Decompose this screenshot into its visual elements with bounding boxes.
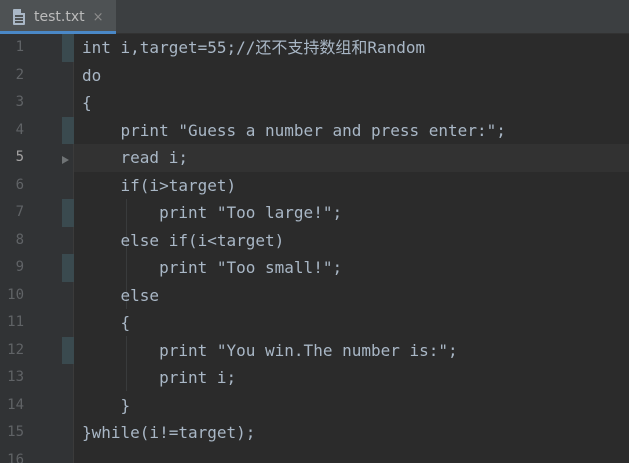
code-line[interactable]: } [74,392,629,420]
code-text: read i; [82,148,188,167]
line-number: 5 [15,149,24,165]
line-number: 2 [15,66,24,83]
change-marker[interactable] [62,336,74,364]
line-number: 6 [15,176,24,193]
tab-test-txt[interactable]: test.txt × [0,0,116,34]
line-number: 1 [15,39,24,55]
line-number: 9 [15,259,24,275]
tab-label: test.txt [34,9,85,25]
line-number: 15 [7,424,24,440]
line-number: 8 [15,231,24,248]
code-line[interactable]: do [74,62,629,90]
code-line[interactable] [74,447,629,463]
code-text: print "Guess a number and press enter:"; [82,120,506,140]
code-line[interactable]: print "Guess a number and press enter:"; [74,117,629,145]
change-marker[interactable] [62,34,74,62]
editor-tab-bar: test.txt × [0,0,629,34]
code-line[interactable]: }while(i!=target); [74,419,629,447]
current-code-line[interactable]: read i; [74,144,629,172]
code-line[interactable]: if(i>target) [74,172,629,200]
line-number: 14 [7,396,24,413]
code-line[interactable]: { [74,309,629,337]
code-text: print "You win.The number is:"; [82,340,458,360]
line-number: 12 [7,341,24,358]
code-line[interactable]: else [74,282,629,310]
change-marker[interactable] [62,199,74,227]
code-text: print "Too small!"; [82,258,343,277]
code-line[interactable]: print i; [74,364,629,392]
line-number: 7 [15,204,24,220]
line-number: 3 [15,94,24,110]
code-line[interactable]: int i,target=55;//还不支持数组和Random [74,34,629,62]
change-marker[interactable] [62,116,74,144]
code-editor[interactable]: int i,target=55;//还不支持数组和Random do { print… [74,34,629,463]
fold-arrow-icon[interactable] [62,155,69,164]
code-text: } [82,395,131,415]
code-text: else if(i<target) [82,230,285,250]
code-text: int i,target=55;//还不支持数组和Random [82,38,426,57]
code-line[interactable]: print "Too large!"; [74,199,629,227]
code-line[interactable]: { [74,89,629,117]
line-number: 11 [7,314,24,330]
line-number: 13 [7,369,24,385]
change-marker[interactable] [62,254,74,282]
code-text: print "Too large!"; [82,203,343,222]
code-text: do [82,65,102,85]
line-number: 16 [7,451,24,463]
code-text: if(i>target) [82,175,237,195]
code-text: }while(i!=target); [82,423,256,442]
code-line[interactable]: else if(i<target) [74,227,629,255]
code-text: { [82,313,131,332]
code-text: print i; [82,368,237,387]
code-text: { [82,93,92,112]
code-text: else [82,285,160,305]
line-number: 10 [7,286,24,303]
text-file-icon [12,9,26,25]
line-number-gutter[interactable]: 1 2 3 4 5 6 7 8 9 10 11 12 13 14 15 16 [0,34,74,463]
code-line[interactable]: print "You win.The number is:"; [74,337,629,365]
line-number: 4 [15,121,24,138]
code-line[interactable]: print "Too small!"; [74,254,629,282]
close-icon[interactable]: × [93,10,104,25]
